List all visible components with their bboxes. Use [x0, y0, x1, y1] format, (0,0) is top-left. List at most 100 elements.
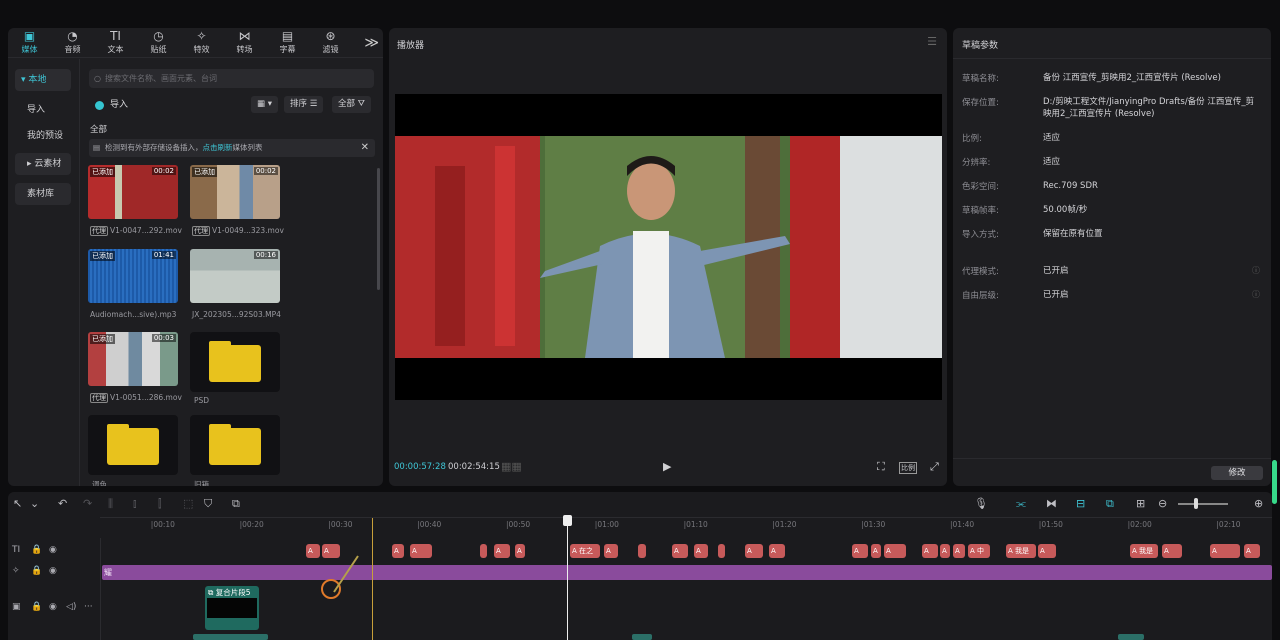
sidebar-item[interactable]: ▾ 本地 — [15, 69, 71, 91]
bottom-clip[interactable] — [193, 634, 268, 640]
ratio-button[interactable]: 比例 — [899, 462, 917, 474]
media-thumbnail[interactable]: 已添加 00:03 — [88, 332, 178, 386]
fit-track-icon[interactable]: ⊞ — [1136, 497, 1145, 510]
tab-audio[interactable]: ◔ 音频 — [51, 28, 94, 57]
folder-item[interactable] — [88, 415, 178, 475]
text-clip[interactable]: A — [922, 544, 938, 558]
text-clip[interactable]: A 中 — [968, 544, 990, 558]
menu-icon[interactable]: ☰ — [927, 35, 937, 48]
snap-icon[interactable]: ⧓ — [1046, 497, 1057, 510]
preview-axis-icon[interactable]: ⊟ — [1076, 497, 1085, 510]
screenshot-icon[interactable]: ⧉ — [232, 497, 240, 511]
info-icon[interactable]: ⓘ — [1252, 265, 1260, 276]
filter-all-button[interactable]: 全部 ⛛ — [332, 96, 371, 113]
text-clip[interactable]: A — [1038, 544, 1056, 558]
media-scrollbar[interactable] — [377, 168, 380, 290]
text-clip[interactable]: A — [392, 544, 404, 558]
grid-view-button[interactable]: ▦ ▾ — [251, 96, 278, 113]
side-scroll-indicator[interactable] — [1272, 460, 1277, 504]
zoom-out-icon[interactable]: ⊖ — [1158, 497, 1167, 510]
info-icon[interactable]: ⓘ — [1252, 289, 1260, 300]
zoom-slider-handle[interactable] — [1194, 498, 1198, 509]
sidebar-item[interactable]: 素材库 — [15, 183, 71, 205]
eye-icon[interactable]: ◉ — [49, 566, 57, 576]
text-clip[interactable]: A — [672, 544, 688, 558]
select-icon[interactable]: ↖ — [13, 497, 22, 510]
modify-button[interactable]: 修改 — [1211, 466, 1263, 480]
text-clip[interactable]: A — [306, 544, 320, 558]
text-clip[interactable]: A 我是 — [1130, 544, 1158, 558]
media-thumbnail[interactable]: 00:16 — [190, 249, 280, 303]
bottom-clip[interactable] — [632, 634, 652, 640]
split-right-icon[interactable]: ⫿ — [158, 497, 162, 511]
marker-icon[interactable]: ⛉ — [204, 497, 212, 511]
tab-effects[interactable]: ✧ 特效 — [180, 28, 223, 57]
linkage-icon[interactable]: ⧉ — [1106, 497, 1114, 511]
effect-clip[interactable]: 耀 — [102, 565, 1272, 580]
text-clip[interactable] — [480, 544, 487, 558]
link-icon[interactable]: ⫘ — [1016, 497, 1026, 511]
eye-icon[interactable]: ◉ — [49, 602, 57, 612]
microphone-icon[interactable]: 🎙 — [974, 497, 988, 510]
close-icon[interactable]: ✕ — [361, 139, 369, 157]
split-left-icon[interactable]: ⫾ — [133, 497, 137, 511]
sidebar-item[interactable]: 我的预设 — [15, 125, 71, 147]
delete-icon[interactable]: ⬚ — [183, 497, 193, 510]
more-icon[interactable]: ··· — [84, 602, 93, 612]
sidebar-item[interactable]: ▸ 云素材 — [15, 153, 71, 175]
text-clip[interactable]: A — [852, 544, 868, 558]
text-clip[interactable]: A — [410, 544, 432, 558]
redo-icon[interactable]: ↷ — [83, 497, 92, 510]
split-icon[interactable]: ⫼ — [108, 497, 113, 511]
text-clip[interactable]: A — [1210, 544, 1240, 558]
import-button[interactable]: 导入 — [94, 98, 128, 113]
zoom-in-icon[interactable]: ⊕ — [1254, 497, 1263, 510]
text-clip[interactable]: A — [940, 544, 950, 558]
text-clip[interactable]: A — [604, 544, 618, 558]
audio-icon[interactable]: ◁) — [66, 602, 76, 612]
play-icon[interactable]: ▶ — [663, 460, 671, 473]
fullscreen-icon[interactable]: ⤢ — [930, 460, 939, 474]
folder-item[interactable] — [190, 332, 280, 392]
text-clip[interactable]: A — [745, 544, 763, 558]
bottom-clip[interactable] — [1118, 634, 1144, 640]
lock-icon[interactable]: 🔒 — [31, 602, 42, 612]
text-clip[interactable]: A — [1244, 544, 1260, 558]
text-clip[interactable]: A 在之 — [570, 544, 600, 558]
select-dropdown-icon[interactable]: ⌄ — [30, 497, 39, 510]
sort-button[interactable]: 排序 ☰ — [284, 96, 324, 113]
tab-transition[interactable]: ⋈ 转场 — [223, 28, 266, 57]
lock-icon[interactable]: 🔒 — [31, 545, 42, 555]
tab-filter[interactable]: ⊛ 滤镜 — [309, 28, 352, 57]
tab-subtitle[interactable]: ▤ 字幕 — [266, 28, 309, 57]
fit-screen-icon[interactable]: ⛶ — [877, 460, 885, 474]
refresh-link[interactable]: 点击刷新 — [203, 143, 233, 152]
search-input[interactable]: ○ 搜索文件名称、画面元素、台词 — [89, 69, 374, 88]
filmstrip-icon[interactable]: ▦▦ — [501, 460, 522, 473]
text-clip[interactable]: A — [494, 544, 510, 558]
text-clip[interactable]: A — [694, 544, 708, 558]
media-thumbnail[interactable]: 已添加 01:41 — [88, 249, 178, 303]
tab-text[interactable]: TI 文本 — [94, 28, 137, 57]
zoom-slider-track[interactable] — [1178, 503, 1228, 505]
text-clip[interactable]: A — [515, 544, 525, 558]
eye-icon[interactable]: ◉ — [49, 545, 57, 555]
more-tabs-icon[interactable]: ≫ — [364, 35, 379, 51]
lock-icon[interactable]: 🔒 — [31, 566, 42, 576]
video-viewport[interactable] — [395, 94, 942, 400]
time-ruler[interactable]: |00:00|00:10|00:20|00:30|00:40|00:50|01:… — [100, 517, 1272, 531]
tab-sticker[interactable]: ◷ 贴纸 — [137, 28, 180, 57]
media-thumbnail[interactable]: 已添加 00:02 — [190, 165, 280, 219]
undo-icon[interactable]: ↶ — [58, 497, 67, 510]
text-clip[interactable]: A — [953, 544, 965, 558]
media-thumbnail[interactable]: 已添加 00:02 — [88, 165, 178, 219]
text-clip[interactable]: A — [769, 544, 785, 558]
compound-clip[interactable]: ⧉ 复合片段5 — [205, 586, 259, 630]
sidebar-item[interactable]: 导入 — [15, 99, 71, 121]
text-clip[interactable] — [718, 544, 725, 558]
text-clip[interactable]: A — [1162, 544, 1182, 558]
text-clip[interactable]: A 我是 — [1006, 544, 1036, 558]
folder-item[interactable] — [190, 415, 280, 475]
text-clip[interactable] — [638, 544, 646, 558]
tab-media[interactable]: ▣ 媒体 — [8, 28, 51, 57]
